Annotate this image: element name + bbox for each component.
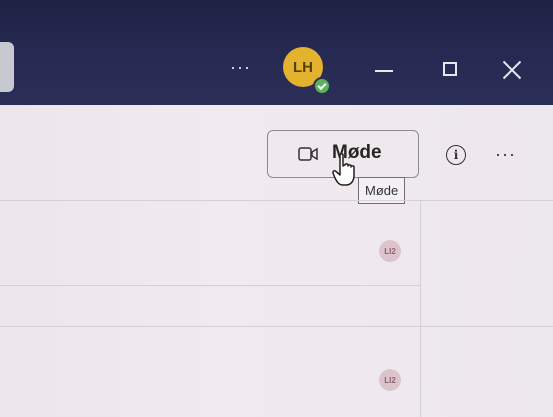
list-item-avatar[interactable]: LI2 — [379, 240, 401, 262]
search-box-edge[interactable] — [0, 42, 14, 92]
close-icon[interactable] — [500, 58, 524, 82]
chat-header: Møde i ··· Møde — [0, 105, 553, 204]
avatar-initials: LH — [293, 58, 313, 76]
more-options-icon[interactable]: ··· — [495, 144, 516, 165]
minimize-icon[interactable] — [375, 70, 393, 72]
presence-available-icon — [313, 77, 331, 95]
info-icon[interactable]: i — [446, 145, 466, 165]
maximize-icon[interactable] — [443, 62, 457, 76]
divider — [0, 200, 553, 201]
more-options-icon[interactable]: ··· — [230, 58, 251, 76]
avatar-initials: LI2 — [384, 246, 396, 256]
avatar-initials: LI2 — [384, 375, 396, 385]
divider — [420, 200, 421, 417]
chat-content: Møde i ··· Møde LI2 LI2 — [0, 105, 553, 417]
info-symbol: i — [453, 148, 459, 162]
list-item-avatar[interactable]: LI2 — [379, 369, 401, 391]
hand-cursor-icon — [332, 153, 355, 186]
divider — [0, 326, 553, 327]
divider — [0, 285, 420, 286]
title-bar: ··· LH — [0, 0, 553, 105]
video-camera-icon — [298, 147, 318, 161]
